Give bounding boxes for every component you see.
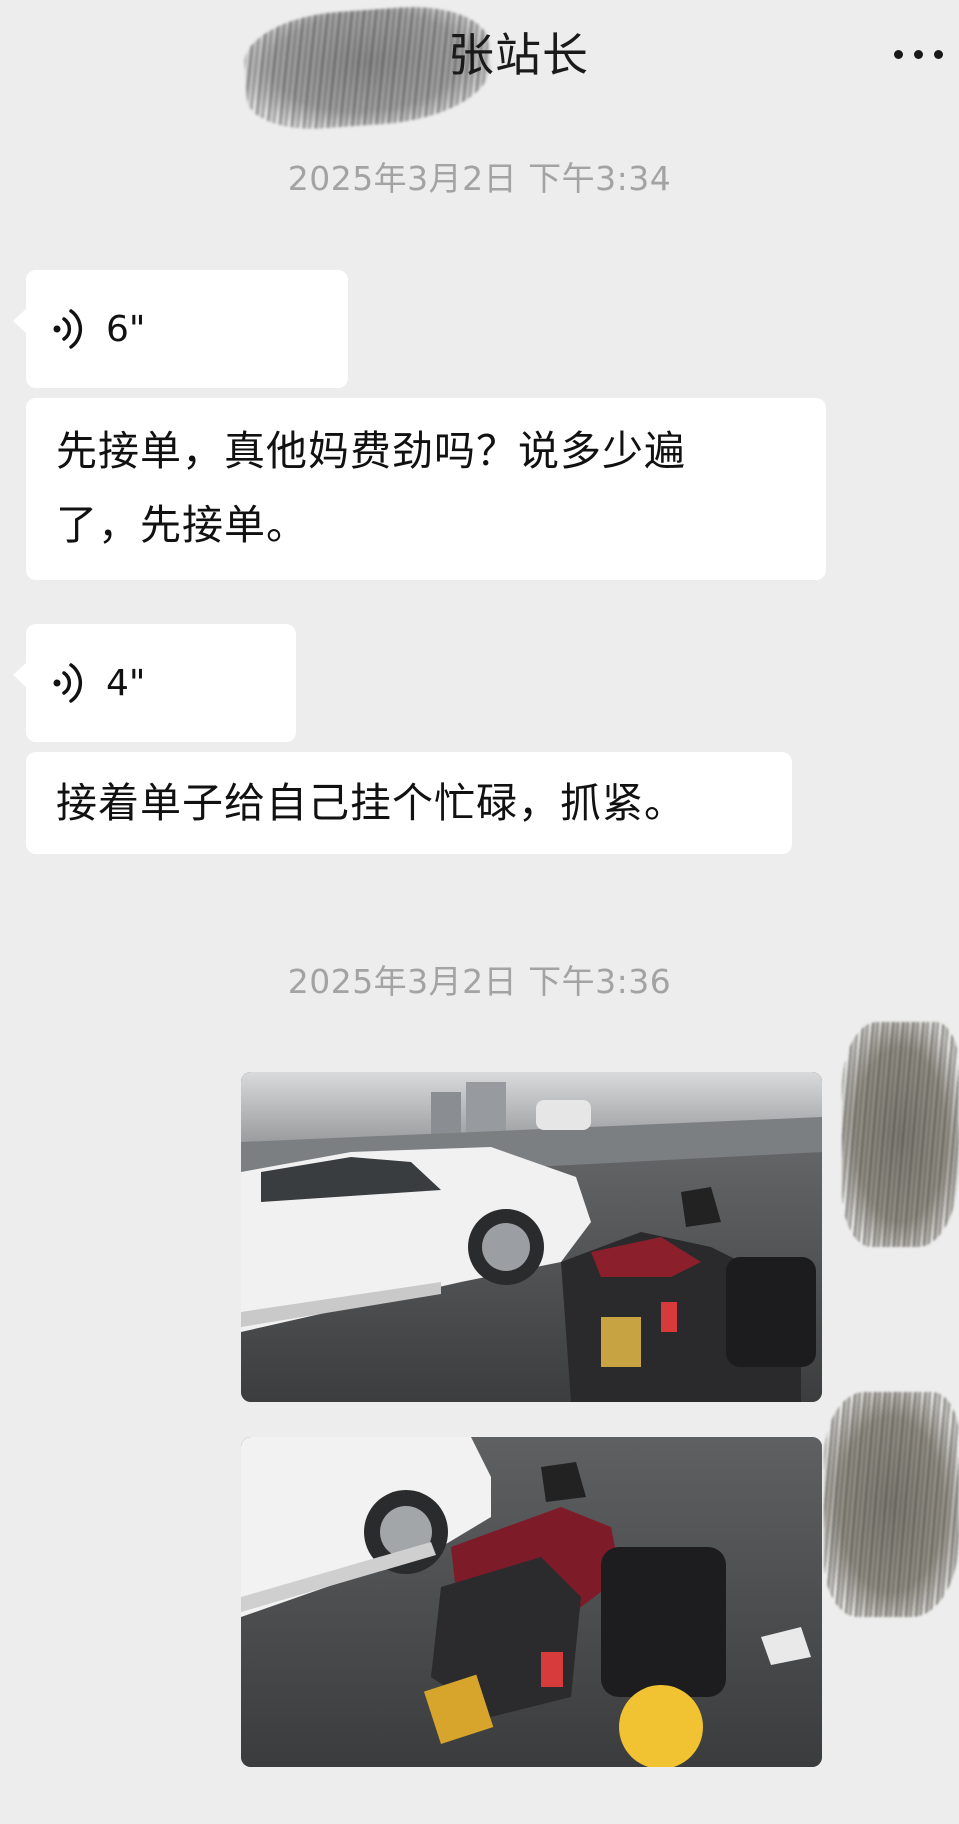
voice-icon [53,309,83,349]
redaction-scribble [824,1392,959,1617]
image-message[interactable] [241,1437,822,1767]
voice-message[interactable]: 6" [13,270,348,388]
message-line: 接着单子给自己挂个忙碌，抓紧。 [56,779,686,827]
chat-title: 张站长 [448,28,589,82]
chat-header: 张站长 [0,0,959,134]
message-line: 先接单，真他妈费劲吗？说多少遍 [56,427,686,475]
text-message[interactable]: 接着单子给自己挂个忙碌，抓紧。 [26,752,792,854]
voice-duration: 6" [106,308,146,350]
timestamp: 2025年3月2日 下午3:34 [287,159,672,198]
voice-icon [53,663,83,703]
voice-message[interactable]: 4" [13,624,296,742]
voice-duration: 4" [106,662,146,704]
timestamp: 2025年3月2日 下午3:36 [287,962,672,1001]
redaction-scribble [842,1022,959,1247]
message-line: 了，先接单。 [56,501,308,549]
photo-scooter-scene [241,1437,822,1767]
more-icon[interactable] [894,42,950,66]
text-message[interactable]: 先接单，真他妈费劲吗？说多少遍 了，先接单。 [26,398,826,580]
photo-street-scene [241,1072,822,1402]
image-message[interactable] [241,1072,822,1402]
